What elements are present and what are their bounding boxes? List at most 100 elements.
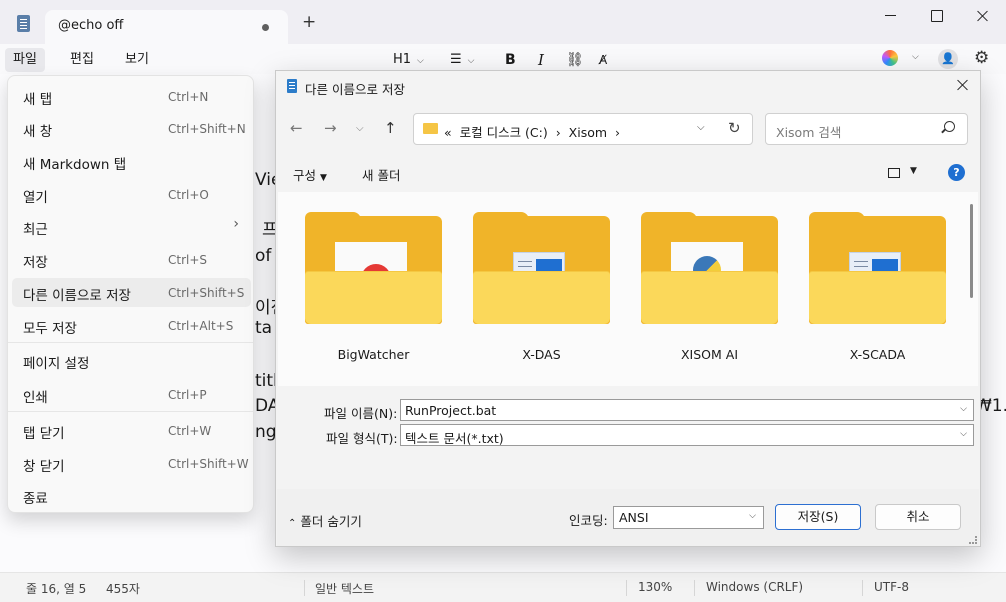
folder-item[interactable]: XISOM AI: [641, 212, 781, 386]
unsaved-dot-icon[interactable]: [262, 24, 269, 31]
chevron-down-icon[interactable]: ⌵: [912, 52, 919, 62]
forward-arrow-icon[interactable]: →: [324, 119, 337, 137]
avatar[interactable]: 👤: [938, 49, 958, 69]
folder-icon: [305, 272, 442, 324]
menu-item-label: 종료: [23, 491, 48, 507]
menu-item-save[interactable]: 저장 Ctrl+S: [12, 245, 251, 274]
link-icon[interactable]: ⛓: [566, 49, 584, 71]
clear-format-icon[interactable]: A̸: [599, 49, 607, 71]
menu-item-close-window[interactable]: 창 닫기 Ctrl+Shift+W: [12, 449, 251, 478]
save-as-dialog: 다른 이름으로 저장 ← → ⌵ ↑ « 로컬 디스크 (C:) › Xisom…: [275, 70, 981, 547]
caret-down-icon[interactable]: ▼: [910, 166, 917, 176]
address-bar[interactable]: « 로컬 디스크 (C:) › Xisom › ⌵ ↻: [413, 113, 753, 145]
cancel-button[interactable]: 취소: [875, 504, 961, 530]
folder-name: XISOM AI: [680, 347, 739, 362]
breadcrumb-overflow[interactable]: «: [444, 125, 452, 140]
folder-item[interactable]: X-DAS: [473, 212, 613, 386]
back-arrow-icon[interactable]: ←: [290, 119, 303, 137]
minimize-button[interactable]: [880, 6, 900, 26]
menu-item-page-setup[interactable]: 페이지 설정: [12, 346, 251, 375]
status-bar: 줄 16, 열 5 455자 일반 텍스트 130% Windows (CRLF…: [0, 572, 1006, 602]
chevron-down-icon[interactable]: ⌵: [960, 404, 967, 414]
caret-down-icon: ▼: [320, 173, 327, 183]
filetype-label: 파일 형식(T):: [326, 431, 398, 446]
breadcrumb-folder[interactable]: Xisom: [569, 125, 607, 140]
menu-item-save-all[interactable]: 모두 저장 Ctrl+Alt+S: [12, 311, 251, 340]
tab-echo-off[interactable]: @echo off: [45, 10, 288, 44]
menu-item-open[interactable]: 열기 Ctrl+O: [12, 180, 251, 209]
menu-file[interactable]: 파일: [5, 48, 45, 72]
folder-icon: [641, 272, 778, 324]
breadcrumb-drive[interactable]: 로컬 디스크 (C:): [460, 125, 548, 140]
menu-item-recent[interactable]: 최근 ›: [12, 212, 251, 241]
menu-item-exit[interactable]: 종료: [12, 481, 251, 510]
status-divider: [626, 580, 627, 596]
line-ending[interactable]: Windows (CRLF): [706, 580, 803, 594]
help-icon[interactable]: ?: [948, 164, 965, 181]
folder-item[interactable]: BigWatcher: [305, 212, 445, 386]
gear-icon[interactable]: ⚙: [974, 48, 989, 68]
search-input[interactable]: Xisom 검색: [765, 113, 968, 145]
heading-dropdown[interactable]: H1 ⌵: [393, 49, 424, 71]
maximize-button[interactable]: [926, 6, 946, 26]
status-divider: [862, 580, 863, 596]
menu-item-new-window[interactable]: 새 창 Ctrl+Shift+N: [12, 114, 251, 143]
breadcrumb: « 로컬 디스크 (C:) › Xisom ›: [444, 125, 620, 140]
menu-item-label: 새 탭: [23, 92, 53, 108]
italic-button[interactable]: I: [538, 49, 544, 71]
vertical-scrollbar[interactable]: [970, 204, 973, 298]
chevron-up-icon: ⌃: [288, 518, 297, 529]
folder-icon: [423, 123, 438, 134]
folder-icon: [473, 272, 610, 324]
menu-view[interactable]: 보기: [117, 48, 157, 72]
menu-item-label: 페이지 설정: [23, 356, 90, 372]
notepad-icon: [287, 79, 297, 93]
title-bar: @echo off +: [0, 0, 1006, 44]
text-mode[interactable]: 일반 텍스트: [315, 580, 374, 597]
close-window-button[interactable]: [972, 6, 992, 26]
menu-item-new-markdown-tab[interactable]: 새 Markdown 탭: [12, 147, 251, 176]
char-count: 455자: [106, 582, 140, 596]
chevron-down-icon: ⌵: [749, 511, 756, 521]
refresh-icon[interactable]: ↻: [728, 119, 741, 137]
chevron-down-icon: ⌵: [960, 429, 967, 439]
organize-button[interactable]: 구성 ▼: [293, 165, 327, 184]
add-tab-button[interactable]: +: [302, 14, 316, 31]
menu-item-label: 인쇄: [23, 390, 48, 406]
resize-grip[interactable]: [969, 536, 977, 544]
menu-item-shortcut: Ctrl+S: [168, 253, 208, 267]
filetype-select[interactable]: 텍스트 문서(*.txt) ⌵: [400, 424, 974, 446]
list-icon: ☰: [450, 52, 462, 67]
save-button[interactable]: 저장(S): [775, 504, 861, 530]
editor-text-fragment: of: [255, 246, 272, 266]
new-folder-button[interactable]: 새 폴더: [362, 165, 400, 184]
folder-view[interactable]: BigWatcher X-DAS XISOM AI X-SCADA: [278, 192, 978, 386]
close-dialog-button[interactable]: [952, 75, 972, 95]
file-encoding[interactable]: UTF-8: [874, 580, 909, 594]
copilot-icon[interactable]: [882, 50, 898, 66]
chevron-down-icon[interactable]: ⌵: [697, 122, 705, 133]
menu-item-print[interactable]: 인쇄 Ctrl+P: [12, 380, 251, 409]
filename-field[interactable]: RunProject.bat ⌵: [400, 399, 974, 421]
up-arrow-icon[interactable]: ↑: [384, 119, 397, 137]
hide-folders-toggle[interactable]: ⌃ 폴더 숨기기: [288, 511, 362, 530]
folder-item[interactable]: X-SCADA: [809, 212, 949, 386]
menu-item-save-as[interactable]: 다른 이름으로 저장 Ctrl+Shift+S: [12, 278, 251, 307]
menu-item-new-tab[interactable]: 새 탭 Ctrl+N: [12, 82, 251, 111]
menu-item-shortcut: Ctrl+Shift+S: [168, 286, 245, 300]
view-mode-icon[interactable]: [888, 168, 900, 178]
status-divider: [304, 580, 305, 596]
tab-title: @echo off: [58, 18, 124, 33]
bold-button[interactable]: B: [505, 49, 516, 71]
chevron-down-icon[interactable]: ⌵: [356, 123, 364, 134]
menu-item-label: 탭 닫기: [23, 426, 65, 442]
cursor-position: 줄 16, 열 5: [26, 582, 87, 596]
menu-item-label: 새 창: [23, 124, 53, 140]
menu-item-shortcut: Ctrl+Shift+N: [168, 122, 246, 136]
menu-item-close-tab[interactable]: 탭 닫기 Ctrl+W: [12, 416, 251, 445]
encoding-select[interactable]: ANSI ⌵: [613, 506, 764, 529]
zoom-level[interactable]: 130%: [638, 580, 672, 594]
menu-edit[interactable]: 편집: [62, 48, 102, 72]
list-dropdown[interactable]: ☰ ⌵: [450, 49, 474, 71]
filename-value: RunProject.bat: [405, 403, 497, 418]
